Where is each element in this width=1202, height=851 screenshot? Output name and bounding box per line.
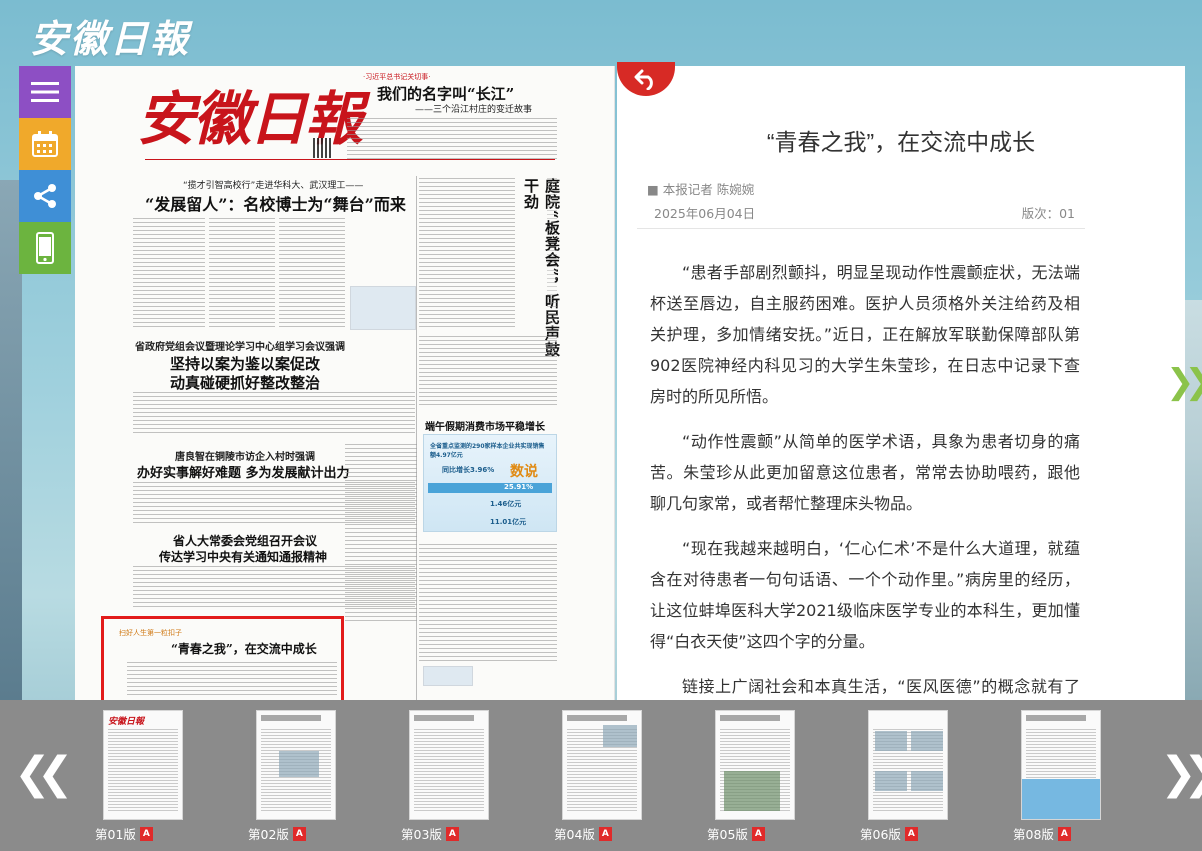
page-label[interactable]: 第05版 — [707, 824, 748, 843]
promo-image — [350, 286, 416, 330]
lead-story-text — [209, 218, 275, 328]
mobile-icon — [36, 232, 54, 264]
page-thumbnail[interactable]: 第08版 A — [1013, 710, 1101, 843]
top-story-tag: ·习近平总书记关切事· — [363, 73, 431, 81]
thumbnail-image[interactable] — [409, 710, 489, 820]
info-text: 25.91% — [504, 483, 534, 491]
share-icon — [34, 184, 56, 208]
lead-story-title[interactable]: “发展留人”：名校博士为“舞台”而来 — [145, 191, 406, 215]
page-label[interactable]: 第02版 — [248, 824, 289, 843]
page-label[interactable]: 第06版 — [860, 824, 901, 843]
left-toolbar — [19, 66, 71, 274]
article-page-number: 版次：01 — [1021, 206, 1075, 221]
pdf-icon[interactable]: A — [904, 826, 918, 841]
top-story-title[interactable]: 我们的名字叫“长江” — [377, 83, 514, 104]
vertical-story-text — [419, 178, 515, 328]
newspaper-page[interactable]: 安徽日報 ·习近平总书记关切事· 我们的名字叫“长江” ——三个沿江村庄的变迁故… — [75, 66, 615, 700]
pdf-icon[interactable]: A — [751, 826, 765, 841]
article-divider — [637, 228, 1085, 229]
side-text — [419, 336, 557, 406]
info-graphic: 全省重点监测的290家样本企业共实现销售额4.97亿元 同比增长3.96% 数说… — [423, 434, 557, 532]
lead-story-tag: “揽才引智高校行”走进华科大、武汉理工—— — [183, 181, 364, 191]
story3-tag: 唐良智在铜陵市访企入村时强调 — [175, 452, 315, 463]
article-paragraph: 链接上广阔社会和本真生活，“医风医德”的概念就有了内容与温度。朱莹珍是班里的思政… — [682, 677, 1080, 696]
page-thumbnail[interactable]: 第03版 A — [401, 710, 489, 843]
thumbnail-masthead: 安徽日報 — [108, 717, 145, 727]
story4-title-line1[interactable]: 省人大常委会党组召开会议 — [173, 532, 317, 549]
menu-icon — [31, 82, 59, 102]
page-thumbnail[interactable]: 第02版 A — [248, 710, 336, 843]
info-text: 11.01亿元 — [490, 518, 527, 526]
story5-title[interactable]: 端午假期消费市场平稳增长 — [425, 418, 545, 433]
pdf-icon[interactable]: A — [292, 826, 306, 841]
thumbnail-label[interactable]: 第04版 A — [554, 824, 642, 843]
page-label[interactable]: 第03版 — [401, 824, 442, 843]
article-paragraph: “动作性震颤”从简单的医学术语，具象为患者切身的痛苦。朱莹珍从此更加留意这位患者… — [650, 432, 1080, 513]
page-label[interactable]: 第08版 — [1013, 824, 1054, 843]
article-title: “青春之我”，在交流中成长 — [766, 129, 1036, 155]
article-author: ■ 本报记者 陈婉婉 — [647, 182, 755, 197]
story4-title-line2[interactable]: 传达学习中央有关通知通报精神 — [159, 548, 327, 565]
side-text — [345, 444, 417, 624]
vertical-story-text — [547, 178, 557, 358]
article-date: 2025年06月04日 — [654, 206, 756, 221]
page-label[interactable]: 第01版 — [95, 824, 136, 843]
story2-text — [133, 392, 415, 436]
site-logo[interactable]: 安徽日報 — [30, 8, 190, 61]
mobile-button[interactable] — [19, 222, 71, 274]
story2-tag: 省政府党组会议暨理论学习中心组学习会议强调 — [135, 342, 345, 353]
top-story-subtitle: ——三个沿江村庄的变迁故事 — [415, 105, 533, 115]
thumbnail-label[interactable]: 第05版 A — [707, 824, 795, 843]
side-text — [419, 544, 557, 662]
promo-banner — [423, 666, 473, 686]
story2-title-line1[interactable]: 坚持以案为鉴以案促改 — [170, 353, 320, 374]
pdf-icon[interactable]: A — [598, 826, 612, 841]
thumbnail-image[interactable]: 安徽日報 — [103, 710, 183, 820]
pdf-icon[interactable]: A — [1057, 826, 1071, 841]
pdf-icon[interactable]: A — [139, 826, 153, 841]
page-thumbnail[interactable]: 安徽日報 第01版 A — [95, 710, 183, 843]
article-paragraph: “患者手部剧烈颤抖，明显呈现动作性震颤症状，无法端杯送至唇边，自主服药困难。医护… — [650, 263, 1080, 406]
article-paragraph: “现在我越来越明白，‘仁心仁术’不是什么大道理，就蕴含在对待患者一句句话语、一个… — [650, 539, 1080, 651]
article-panel: “青春之我”，在交流中成长 ■ 本报记者 陈婉婉 2025年06月04日 版次：… — [617, 66, 1185, 700]
thumbnail-label[interactable]: 第08版 A — [1013, 824, 1101, 843]
next-article-arrow-icon[interactable]: ❯❯ — [1166, 362, 1202, 402]
next-pages-arrow-icon[interactable]: ❯❯ — [1160, 748, 1202, 799]
page-thumbnail[interactable]: 第04版 A — [554, 710, 642, 843]
pdf-icon[interactable]: A — [445, 826, 459, 841]
thumbnail-image[interactable] — [256, 710, 336, 820]
thumbnail-image[interactable] — [1021, 710, 1101, 820]
calendar-button[interactable] — [19, 118, 71, 170]
thumbnail-label[interactable]: 第01版 A — [95, 824, 183, 843]
info-text: 全省重点监测的290家样本企业共实现销售额4.97亿元 — [430, 443, 545, 459]
info-text: 数说 — [510, 464, 538, 480]
article-body: “患者手部剧烈颤抖，明显呈现动作性震颤症状，无法端杯送至唇边，自主服药困难。医护… — [650, 257, 1080, 700]
story2-title-line2[interactable]: 动真碰硬抓好整改整治 — [170, 372, 320, 393]
thumbnail-label[interactable]: 第03版 A — [401, 824, 489, 843]
thumbnail-image[interactable] — [868, 710, 948, 820]
qr-code — [313, 138, 333, 158]
top-story-text — [347, 118, 557, 162]
thumbnail-label[interactable]: 第06版 A — [860, 824, 948, 843]
page-thumbnail[interactable]: 第06版 A — [860, 710, 948, 843]
share-button[interactable] — [19, 170, 71, 222]
thumbnail-image[interactable] — [562, 710, 642, 820]
menu-button[interactable] — [19, 66, 71, 118]
prev-pages-arrow-icon[interactable]: ❮❮ — [14, 748, 74, 799]
info-text: 同比增长3.96% — [442, 466, 495, 474]
calendar-icon — [32, 131, 58, 157]
page-thumbnail-strip: ❮❮ ❯❯ 安徽日報 第01版 A 第02版 A 第03版 A 第04版 A 第… — [0, 700, 1202, 851]
thumbnail-image[interactable] — [715, 710, 795, 820]
return-icon — [634, 69, 653, 90]
page-label[interactable]: 第04版 — [554, 824, 595, 843]
lead-story-text — [133, 218, 205, 328]
selected-article-highlight[interactable] — [101, 616, 344, 700]
info-text: 1.46亿元 — [490, 500, 522, 508]
page-thumbnail[interactable]: 第05版 A — [707, 710, 795, 843]
info-bar — [428, 483, 552, 493]
thumbnail-label[interactable]: 第02版 A — [248, 824, 336, 843]
story3-title[interactable]: 办好实事解好难题 多为发展献计出力 — [137, 462, 350, 481]
lead-story-text — [279, 218, 345, 328]
